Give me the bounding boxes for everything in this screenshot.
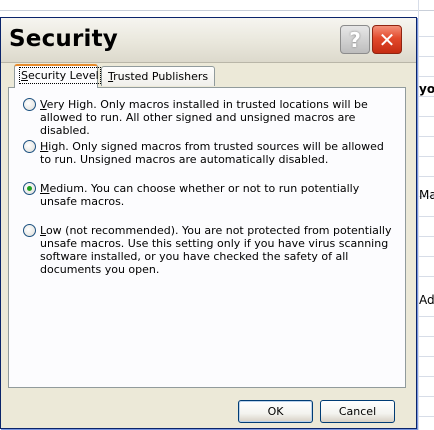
radio-low[interactable]	[23, 224, 36, 237]
option-label: Medium. You can choose whether or not to…	[40, 182, 360, 208]
security-level-panel: Very High. Only macros installed in trus…	[8, 87, 406, 388]
radio-very-high[interactable]	[23, 98, 36, 111]
cancel-button[interactable]: Cancel	[320, 400, 395, 423]
option-label: Low (not recommended). You are not prote…	[40, 224, 392, 276]
dialog-title: Security	[9, 26, 118, 52]
close-button[interactable]: ✕	[372, 25, 402, 54]
cell-fragment[interactable]: Ma	[419, 188, 434, 202]
tab-label: Security Level	[19, 67, 101, 84]
radio-medium[interactable]	[23, 182, 36, 195]
help-button[interactable]: ?	[340, 25, 370, 54]
ok-button[interactable]: OK	[238, 400, 313, 423]
question-mark-icon: ?	[349, 27, 361, 52]
title-bar[interactable]: Security ? ✕	[1, 18, 416, 63]
grid-column-line	[418, 0, 419, 430]
tab-security-level[interactable]: Security Level	[14, 64, 101, 88]
tab-trusted-publishers[interactable]: Trusted Publishers	[101, 66, 215, 86]
tab-label: Trusted Publishers	[108, 70, 209, 83]
cell-fragment[interactable]: Adv	[419, 293, 434, 307]
option-label: Very High. Only macros installed in trus…	[40, 98, 368, 137]
sheet-top-strip	[0, 0, 434, 11]
security-dialog: Security ? ✕ Security Level Trusted Publ…	[0, 17, 417, 429]
close-icon: ✕	[378, 27, 396, 52]
cell-fragment[interactable]: you	[419, 82, 434, 96]
option-label: High. Only signed macros from trusted so…	[40, 140, 384, 166]
radio-high[interactable]	[23, 140, 36, 153]
